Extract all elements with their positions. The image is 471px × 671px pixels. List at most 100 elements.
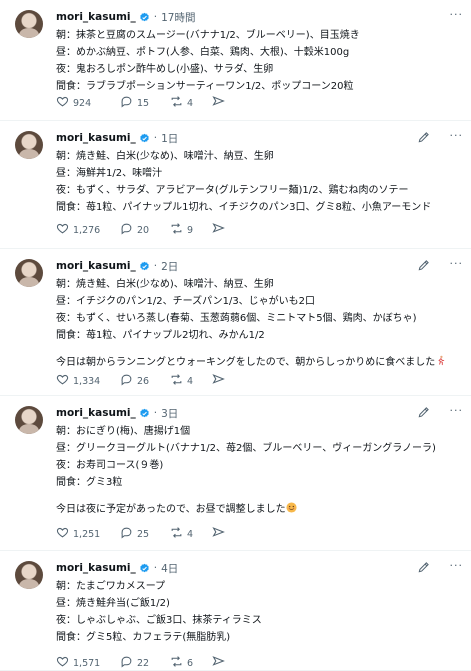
repost-arrows-icon — [170, 95, 183, 111]
post-line: 昼：グリークヨーグルト(バナナ1/2、苺2個、ブルーベリー、ヴィーガングラノーラ… — [56, 443, 436, 454]
heart-icon — [56, 95, 69, 111]
username[interactable]: mori_kasumi_ — [56, 11, 136, 23]
post[interactable]: mori_kasumi_ · 2日 ··· 朝：焼き鮭、白米(少なめ)、味噌汁、納豆、生… — [0, 249, 471, 396]
avatar[interactable] — [15, 131, 43, 159]
post-header: mori_kasumi_ · 4日 — [56, 560, 178, 576]
share-button[interactable] — [212, 95, 225, 111]
pencil-edit-icon[interactable] — [417, 404, 431, 418]
avatar[interactable] — [15, 10, 43, 38]
heart-icon — [56, 373, 69, 389]
post-line: 昼：めかぶ納豆、ポトフ(人参、白菜、鶏肉、大根)、十穀米100g — [56, 47, 350, 58]
more-dots-icon[interactable]: ··· — [450, 405, 464, 416]
reply-button[interactable]: 20 — [120, 222, 170, 238]
post[interactable]: mori_kasumi_ · 3日 ··· 朝：おにぎり(梅)、唐揚げ1個昼：グリークヨ… — [0, 396, 471, 551]
post-line: 朝：焼き鮭、白米(少なめ)、味噌汁、納豆、生卵 — [56, 151, 274, 162]
post-note-text: 今日は夜に予定があったので、お昼で調整しました — [56, 504, 286, 515]
post-text: 朝：おにぎり(梅)、唐揚げ1個昼：グリークヨーグルト(バナナ1/2、苺2個、ブル… — [56, 423, 461, 518]
post-text: 朝：抹茶と豆腐のスムージー(バナナ1/2、ブルーベリー)、目玉焼き 昼：めかぶ納豆… — [56, 27, 461, 95]
post-line: 朝：焼き鮭、白米(少なめ)、味噌汁、納豆、生卵 — [56, 279, 274, 290]
post[interactable]: mori_kasumi_ · 1日 ··· 朝：焼き鮭、白米(少なめ)、味噌汁、納豆、生… — [0, 121, 471, 249]
username[interactable]: mori_kasumi_ — [56, 407, 136, 419]
verified-badge-icon — [139, 261, 150, 272]
share-button[interactable] — [212, 373, 225, 389]
username[interactable]: mori_kasumi_ — [56, 562, 136, 574]
reply-bubble-icon — [120, 95, 133, 111]
pencil-edit-icon[interactable] — [417, 559, 431, 573]
like-button[interactable]: 1,571 — [56, 655, 120, 671]
username[interactable]: mori_kasumi_ — [56, 260, 136, 272]
heart-icon — [56, 222, 69, 238]
avatar[interactable] — [15, 259, 43, 287]
post-time[interactable]: 1日 — [161, 131, 178, 146]
post-line: 夜：もずく、せいろ蒸し(春菊、玉葱蒟蒻6個、ミニトマト5個、鶏肉、かぼちゃ) — [56, 313, 417, 324]
username[interactable]: mori_kasumi_ — [56, 132, 136, 144]
post[interactable]: mori_kasumi_ · 4日 ··· 朝：たまごワカメスープ 昼：焼き鮭弁当(ご飯1… — [0, 551, 471, 671]
pencil-edit-icon[interactable] — [417, 257, 431, 271]
reply-button[interactable]: 26 — [120, 373, 170, 389]
post-header: mori_kasumi_ · 3日 — [56, 405, 178, 421]
like-count: 924 — [73, 97, 92, 109]
share-button[interactable] — [212, 655, 225, 671]
repost-count: 4 — [187, 97, 194, 109]
reply-count: 15 — [137, 97, 150, 109]
post-time[interactable]: 4日 — [161, 561, 178, 576]
separator-dot: · — [153, 260, 158, 272]
like-count: 1,571 — [73, 657, 101, 669]
post-line: 朝：抹茶と豆腐のスムージー(バナナ1/2、ブルーベリー)、目玉焼き — [56, 30, 360, 41]
post-line: 間食：ラブラブポーションサーティーワン1/2、ポップコーン20粒 — [56, 81, 354, 92]
reply-button[interactable]: 25 — [120, 526, 170, 542]
verified-badge-icon — [139, 133, 150, 144]
share-send-icon — [212, 95, 225, 111]
verified-badge-icon — [139, 563, 150, 574]
more-dots-icon[interactable]: ··· — [450, 560, 464, 571]
pencil-edit-icon[interactable] — [417, 129, 431, 143]
post[interactable]: mori_kasumi_ · 17時間 ··· 朝：抹茶と豆腐のスムージー(バナナ1/2… — [0, 0, 471, 121]
reply-bubble-icon — [120, 222, 133, 238]
more-dots-icon[interactable]: ··· — [450, 9, 464, 20]
post-time[interactable]: 2日 — [161, 259, 178, 274]
reply-bubble-icon — [120, 373, 133, 389]
share-send-icon — [212, 655, 225, 671]
post-time[interactable]: 3日 — [161, 406, 178, 421]
separator-dot: · — [153, 132, 158, 144]
post-line: 間食：苺1粒、パイナップル1切れ、イチジクのパン3口、グミ8粒、小魚アーモンド — [56, 202, 432, 213]
heart-icon — [56, 526, 69, 542]
separator-dot: · — [153, 562, 158, 574]
like-button[interactable]: 1,276 — [56, 222, 120, 238]
repost-button[interactable]: 6 — [170, 655, 212, 671]
share-send-icon — [212, 373, 225, 389]
more-dots-icon[interactable]: ··· — [450, 130, 464, 141]
like-button[interactable]: 1,251 — [56, 526, 120, 542]
reply-count: 20 — [137, 224, 150, 236]
more-dots-icon[interactable]: ··· — [450, 258, 464, 269]
post-actions: 924 15 4 — [56, 95, 225, 111]
post-line: 夜：もずく、サラダ、アラビアータ(グルテンフリー麺)1/2、鶏むね肉のソテー — [56, 185, 409, 196]
post-time[interactable]: 17時間 — [161, 10, 195, 25]
like-button[interactable]: 1,334 — [56, 373, 120, 389]
post-text: 朝：たまごワカメスープ 昼：焼き鮭弁当(ご飯1/2) 夜：しゃぶしゃぶ、ご飯3口、抹… — [56, 578, 461, 646]
share-button[interactable] — [212, 526, 225, 542]
avatar[interactable] — [15, 561, 43, 589]
post-header: mori_kasumi_ · 17時間 — [56, 9, 195, 25]
post-line: 昼：海鮮丼1/2、味噌汁 — [56, 168, 163, 179]
post-line: 朝：たまごワカメスープ — [56, 581, 166, 592]
repost-button[interactable]: 9 — [170, 222, 212, 238]
post-text: 朝：焼き鮭、白米(少なめ)、味噌汁、納豆、生卵 昼：海鮮丼1/2、味噌汁夜：もずく… — [56, 148, 461, 216]
reply-button[interactable]: 22 — [120, 655, 170, 671]
post-actions: 1,251 25 4 — [56, 526, 225, 542]
reply-button[interactable]: 15 — [120, 95, 170, 111]
repost-arrows-icon — [170, 222, 183, 238]
repost-button[interactable]: 4 — [170, 526, 212, 542]
post-line: 昼：焼き鮭弁当(ご飯1/2) — [56, 598, 170, 609]
verified-badge-icon — [139, 408, 150, 419]
repost-arrows-icon — [170, 526, 183, 542]
post-line: 朝：おにぎり(梅)、唐揚げ1個 — [56, 426, 191, 437]
post-line: 間食：苺1粒、パイナップル2切れ、みかん1/2 — [56, 330, 265, 341]
post-note-text: 今日は朝からランニングとウォーキングをしたので、朝からしっかりめに食べました — [56, 357, 436, 368]
repost-button[interactable]: 4 — [170, 95, 212, 111]
share-button[interactable] — [212, 222, 225, 238]
repost-button[interactable]: 4 — [170, 373, 212, 389]
avatar[interactable] — [15, 406, 43, 434]
like-button[interactable]: 924 — [56, 95, 120, 111]
like-count: 1,251 — [73, 528, 101, 540]
